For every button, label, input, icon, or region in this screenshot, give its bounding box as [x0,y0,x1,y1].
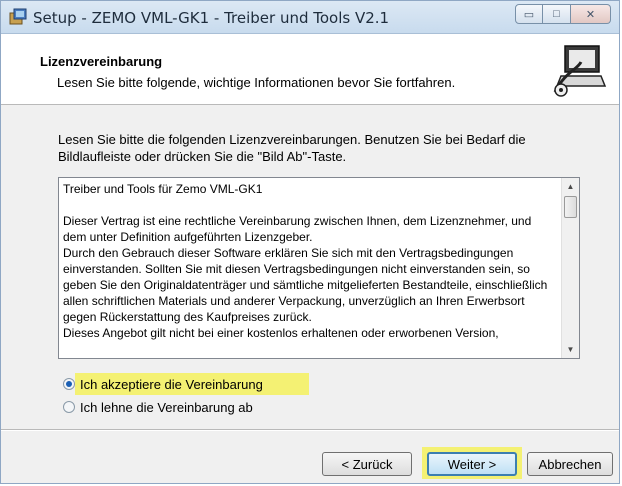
cancel-button[interactable]: Abbrechen [527,452,613,476]
license-textbox[interactable]: Treiber und Tools für Zemo VML-GK1 Diese… [58,177,580,359]
intro-text: Lesen Sie bitte die folgenden Lizenzvere… [58,132,526,164]
computer-installer-icon [553,45,607,97]
page-subtitle: Lesen Sie bitte folgende, wichtige Infor… [57,75,456,90]
back-button[interactable]: < Zurück [322,452,412,476]
accept-radio[interactable]: Ich akzeptiere die Vereinbarung [63,375,263,393]
minimize-icon: ▭ [523,8,535,21]
page-title: Lizenzvereinbarung [40,54,163,69]
scroll-up-icon[interactable]: ▲ [562,178,579,195]
minimize-button[interactable]: ▭ [515,4,543,24]
setup-window: Setup - ZEMO VML-GK1 - Treiber und Tools… [0,0,620,484]
maximize-icon: □ [553,8,560,20]
accept-radio-label: Ich akzeptiere die Vereinbarung [80,376,263,392]
scroll-down-icon[interactable]: ▼ [562,341,579,358]
next-button[interactable]: Weiter > [427,452,517,476]
radio-unselected-icon [63,401,75,413]
close-button[interactable]: ✕ [571,4,611,24]
setup-installer-icon [9,8,27,25]
license-text: Treiber und Tools für Zemo VML-GK1 Diese… [63,182,548,340]
decline-radio-label: Ich lehne die Vereinbarung ab [80,399,253,415]
title-bar[interactable]: Setup - ZEMO VML-GK1 - Treiber und Tools… [1,1,619,34]
window-controls: ▭ □ ✕ [515,4,611,24]
scroll-thumb[interactable] [564,196,577,218]
decline-radio[interactable]: Ich lehne die Vereinbarung ab [63,398,253,416]
wizard-header: Lizenzvereinbarung Lesen Sie bitte folge… [1,34,619,105]
window-title: Setup - ZEMO VML-GK1 - Treiber und Tools… [33,9,390,27]
close-icon: ✕ [585,8,596,21]
maximize-button[interactable]: □ [543,4,571,24]
footer-divider [1,429,619,431]
license-scrollbar[interactable]: ▲ ▼ [561,178,579,358]
radio-selected-icon [63,378,75,390]
